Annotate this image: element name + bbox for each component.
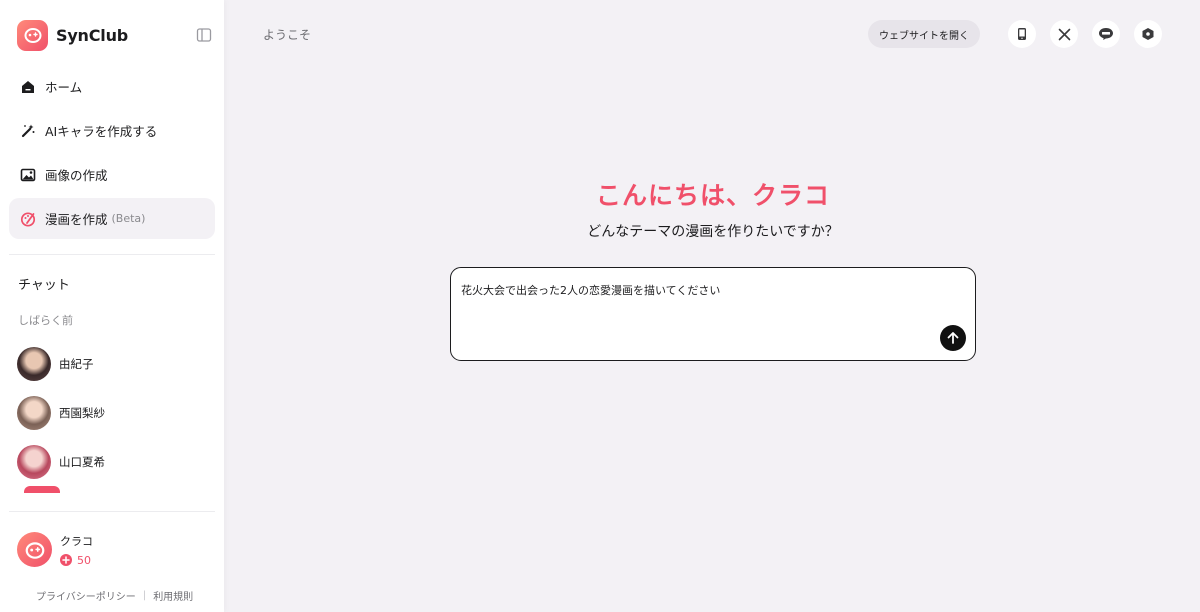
brand[interactable]: SynClub [17,19,128,51]
user-points[interactable]: 50 [60,554,93,567]
nav-item-create-manga[interactable]: 漫画を作成 (Beta) [9,198,215,239]
chat-item-badge-peek [24,486,60,493]
send-button[interactable] [940,325,966,351]
chat-list: 由紀子 西園梨紗 山口夏希 [17,339,217,493]
points-icon [60,554,72,566]
chat-name: 由紀子 [59,356,94,371]
avatar [17,444,51,479]
magic-wand-icon [19,122,37,140]
prompt-box [450,267,976,361]
chat-item[interactable]: 西園梨紗 [17,388,217,437]
avatar [17,346,51,381]
user-name: クラコ [60,534,93,548]
palette-icon [19,210,37,228]
nav-item-label: 画像の作成 [45,168,108,183]
welcome-text: ようこそ [263,28,312,42]
open-website-button[interactable]: ウェブサイトを開く [868,20,980,48]
chat-section-label: しばらく前 [18,314,73,327]
privacy-policy-link[interactable]: プライバシーポリシー [36,588,136,603]
x-social-button[interactable] [1050,20,1078,48]
brand-name: SynClub [56,25,129,45]
nav-item-label: AIキャラを作成する [45,124,158,139]
greeting-title: こんにちは、クラコ [595,181,830,210]
terms-link[interactable]: 利用規則 [153,588,193,603]
phone-icon [1018,28,1026,40]
points-value: 50 [77,553,91,567]
settings-shield-button[interactable] [1134,20,1162,48]
sidebar-divider [9,254,215,255]
prompt-question: どんなテーマの漫画を作りたいですか？ [587,224,839,240]
mobile-app-button[interactable] [1008,20,1036,48]
footer-links: プライバシーポリシー | 利用規則 [36,588,193,603]
nav-item-label: ホーム [45,80,83,95]
image-icon [19,166,37,184]
user-avatar [17,532,52,567]
x-logo-icon [1058,28,1070,40]
sidebar: SynClub ホーム AIキャラを作成する 画像の作成 漫画を作成 (Beta… [0,0,224,612]
chat-item[interactable]: 由紀子 [17,339,217,388]
line-social-button[interactable] [1092,20,1120,48]
nav-item-create-image[interactable]: 画像の作成 [9,154,215,195]
synclub-logo-icon [17,19,48,51]
chat-name: 西園梨紗 [59,405,105,420]
arrow-up-icon [947,332,959,344]
user-profile[interactable]: クラコ 50 [17,532,93,567]
sidebar-collapse-icon[interactable] [196,27,212,43]
line-logo-icon [1099,28,1113,40]
beta-badge: (Beta) [111,212,146,225]
footer-separator: | [142,590,147,601]
top-bar: ウェブサイトを開く [868,20,1162,48]
shield-icon [1142,28,1154,40]
avatar [17,395,51,430]
prompt-input[interactable] [461,283,931,296]
nav-item-label: 漫画を作成 [45,212,108,227]
nav-item-create-character[interactable]: AIキャラを作成する [9,110,215,151]
chat-item[interactable]: 山口夏希 [17,437,217,486]
chat-heading: チャット [18,278,70,293]
sidebar-divider [9,511,215,512]
main-nav: ホーム AIキャラを作成する 画像の作成 漫画を作成 (Beta) [9,66,215,242]
chat-name: 山口夏希 [59,454,105,469]
home-icon [19,78,37,96]
nav-item-home[interactable]: ホーム [9,66,215,107]
